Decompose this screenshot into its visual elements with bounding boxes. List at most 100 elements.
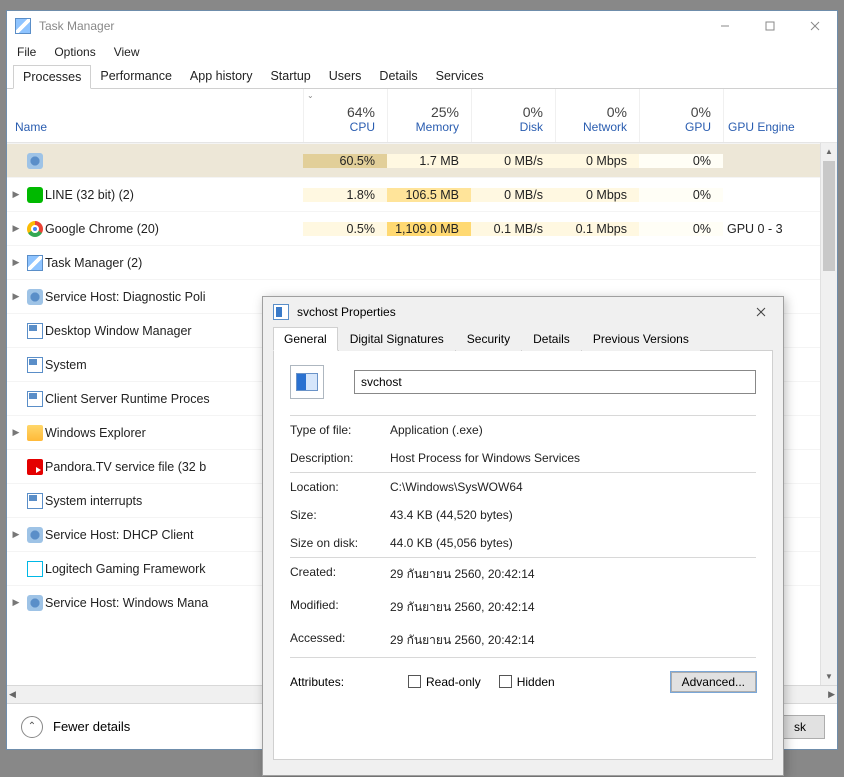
process-row[interactable]: ▶Task Manager (2) [7, 245, 837, 279]
disk-value: 0.1 MB/s [471, 222, 555, 236]
scroll-right-arrow-icon[interactable]: ▶ [828, 689, 835, 700]
process-row[interactable]: ▶ LINE (32 bit) (2)1.8%106.5 MB0 MB/s0 Mb… [7, 177, 837, 211]
maximize-button[interactable] [747, 12, 792, 40]
cpu-value: 60.5% [303, 154, 387, 168]
gear-icon [27, 153, 43, 169]
description-key: Description: [290, 451, 390, 465]
tab-processes[interactable]: Processes [13, 65, 91, 89]
pandora-icon [27, 459, 43, 475]
properties-dialog: svchost Properties General Digital Signa… [262, 296, 784, 776]
tab-startup[interactable]: Startup [261, 65, 319, 88]
chrome-icon [27, 221, 43, 237]
prop-tab-previous-versions[interactable]: Previous Versions [582, 327, 700, 351]
scroll-left-arrow-icon[interactable]: ◀ [9, 689, 16, 700]
scroll-up-arrow-icon[interactable]: ▲ [821, 143, 837, 160]
expand-chevron-icon[interactable]: ▶ [7, 223, 25, 234]
win-icon [27, 391, 43, 407]
expand-chevron-icon[interactable]: ▶ [7, 529, 25, 540]
app-icon [273, 304, 289, 320]
prop-tab-security[interactable]: Security [456, 327, 521, 351]
gear-icon [27, 527, 43, 543]
tab-app-history[interactable]: App history [181, 65, 262, 88]
vertical-scrollbar[interactable]: ▲ ▼ [820, 143, 837, 685]
col-memory[interactable]: 25%Memory [387, 89, 471, 142]
folder-icon [27, 425, 43, 441]
advanced-button[interactable]: Advanced... [671, 672, 756, 692]
prop-tab-general[interactable]: General [273, 327, 338, 351]
memory-value: 106.5 MB [387, 188, 471, 202]
menu-view[interactable]: View [114, 45, 140, 59]
menu-options[interactable]: Options [54, 45, 95, 59]
col-network[interactable]: 0%Network [555, 89, 639, 142]
tab-services[interactable]: Services [427, 65, 493, 88]
win-icon [27, 493, 43, 509]
tm-menubar: File Options View [7, 41, 837, 63]
size-value: 43.4 KB (44,520 bytes) [390, 508, 513, 522]
scrollbar-thumb[interactable] [823, 161, 835, 271]
hidden-checkbox[interactable]: Hidden [499, 675, 555, 689]
disk-value: 0 MB/s [471, 154, 555, 168]
modified-key: Modified: [290, 598, 390, 617]
created-value: 29 กันยายน 2560, 20:42:14 [390, 565, 535, 584]
gear-icon [27, 289, 43, 305]
gear-icon [27, 595, 43, 611]
col-disk[interactable]: 0%Disk [471, 89, 555, 142]
prop-tabs: General Digital Signatures Security Deta… [263, 327, 783, 351]
tm-titlebar[interactable]: Task Manager [7, 11, 837, 41]
disk-value: 0 MB/s [471, 188, 555, 202]
tab-users[interactable]: Users [320, 65, 371, 88]
line-icon [27, 187, 43, 203]
filename-input[interactable] [354, 370, 756, 394]
process-row[interactable]: ▶ Google Chrome (20)0.5%1,109.0 MB0.1 MB/… [7, 211, 837, 245]
gpu-value: 0% [639, 188, 723, 202]
col-cpu[interactable]: 64%CPU [303, 89, 387, 142]
close-button[interactable] [792, 12, 837, 40]
expand-chevron-icon[interactable]: ▶ [7, 189, 25, 200]
expand-chevron-icon[interactable]: ▶ [7, 291, 25, 302]
accessed-key: Accessed: [290, 631, 390, 650]
col-gpu-engine[interactable]: GPU Engine [723, 89, 837, 142]
process-row[interactable]: 60.5%1.7 MB0 MB/s0 Mbps0% [7, 143, 837, 177]
checkbox-icon [408, 675, 421, 688]
prop-body: Type of file:Application (.exe) Descript… [273, 350, 773, 760]
minimize-button[interactable] [702, 12, 747, 40]
tab-performance[interactable]: Performance [91, 65, 181, 88]
network-value: 0.1 Mbps [555, 222, 639, 236]
memory-value: 1.7 MB [387, 154, 471, 168]
prop-tab-digital-signatures[interactable]: Digital Signatures [339, 327, 455, 351]
tm-title: Task Manager [39, 19, 114, 33]
location-key: Location: [290, 480, 390, 494]
accessed-value: 29 กันยายน 2560, 20:42:14 [390, 631, 535, 650]
cpu-value: 0.5% [303, 222, 387, 236]
process-name: LINE (32 bit) (2) [45, 188, 303, 202]
prop-close-button[interactable] [738, 298, 783, 326]
location-value: C:\Windows\SysWOW64 [390, 480, 523, 494]
fewer-details-toggle[interactable]: ⌃ [21, 716, 43, 738]
size-key: Size: [290, 508, 390, 522]
fewer-details-label[interactable]: Fewer details [53, 719, 130, 734]
network-value: 0 Mbps [555, 188, 639, 202]
menu-file[interactable]: File [17, 45, 36, 59]
logi-icon [27, 561, 43, 577]
type-value: Application (.exe) [390, 423, 483, 437]
prop-tab-details[interactable]: Details [522, 327, 581, 351]
tm-icon [27, 255, 43, 271]
scroll-down-arrow-icon[interactable]: ▼ [821, 668, 837, 685]
expand-chevron-icon[interactable]: ▶ [7, 597, 25, 608]
tm-tabs: Processes Performance App history Startu… [7, 63, 837, 89]
created-key: Created: [290, 565, 390, 584]
sort-chevron-icon: ⌄ [307, 91, 314, 100]
expand-chevron-icon[interactable]: ▶ [7, 257, 25, 268]
col-name[interactable]: Name [7, 89, 303, 142]
gpu-value: 0% [639, 154, 723, 168]
prop-titlebar[interactable]: svchost Properties [263, 297, 783, 327]
cpu-value: 1.8% [303, 188, 387, 202]
expand-chevron-icon[interactable]: ▶ [7, 427, 25, 438]
tab-details[interactable]: Details [370, 65, 426, 88]
process-name: Google Chrome (20) [45, 222, 303, 236]
readonly-checkbox[interactable]: Read-only [408, 675, 481, 689]
network-value: 0 Mbps [555, 154, 639, 168]
memory-value: 1,109.0 MB [387, 222, 471, 236]
column-headers: Name ⌄ 64%CPU 25%Memory 0%Disk 0%Network… [7, 89, 837, 143]
col-gpu[interactable]: 0%GPU [639, 89, 723, 142]
